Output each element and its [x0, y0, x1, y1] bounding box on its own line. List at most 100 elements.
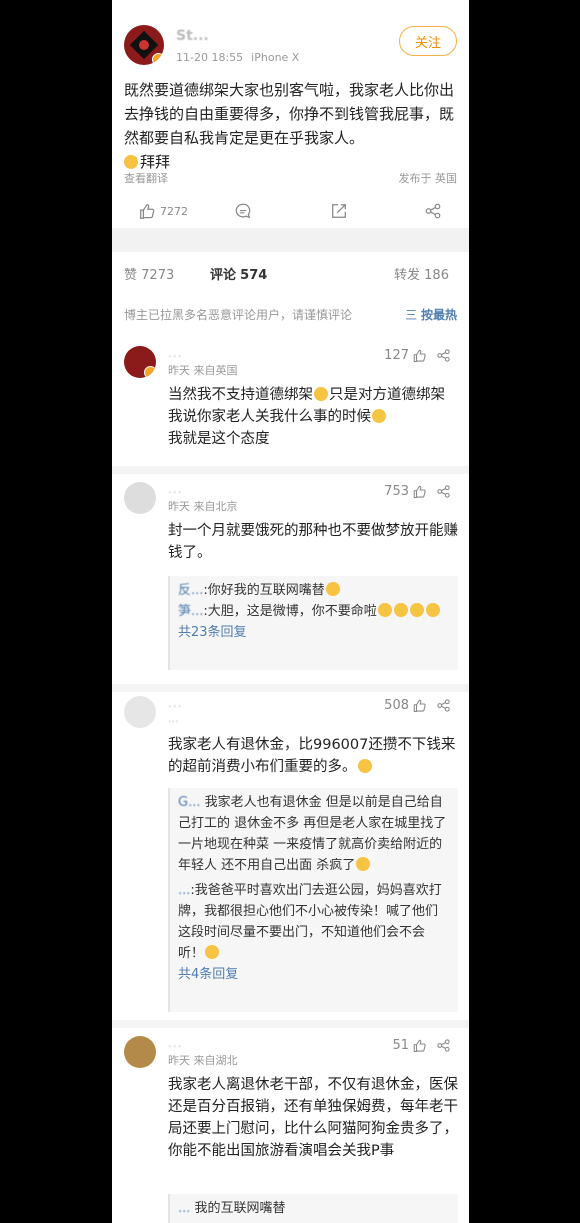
comment-username[interactable]: ... — [168, 482, 182, 496]
share-icon[interactable] — [436, 1038, 451, 1053]
stats-reposts-label: 转发 — [394, 268, 421, 283]
share-icon[interactable] — [436, 348, 451, 363]
comment-body: 我家老人离退休老干部，不仅有退休金，医保还是百分百报销，还有单独保姆费，每年老干… — [168, 1077, 458, 1159]
more-replies-link[interactable]: 共23条回复 — [178, 622, 450, 643]
comment-item: ... 昨天 来自英国 127 当然我不支持道德绑架 只是对方道德绑架我说你家老人… — [112, 346, 469, 460]
stats-comments-count: 574 — [240, 268, 268, 283]
post-body: 既然要道德绑架大家也别客气啦，我家老人比你出去挣钱的自由重要得多，你挣不到钱管我… — [124, 78, 456, 174]
reply-item: 笋...:大胆，这是微博，你不要命啦 — [178, 601, 450, 622]
post-time: 11-20 18:55 — [176, 51, 244, 64]
reply-item: 反...:你好我的互联网嘴替 — [178, 580, 450, 601]
comment-avatar[interactable] — [124, 346, 156, 378]
reply-username[interactable]: 笋... — [178, 604, 203, 619]
comment-divider — [112, 466, 469, 474]
repost-icon — [332, 204, 346, 218]
comment-meta: 昨天 来自北京 — [168, 500, 238, 513]
reply-username[interactable]: ... — [178, 883, 190, 898]
reply-item: ...:我爸爸平时喜欢出门去逛公园，妈妈喜欢打牌，我都很担心他们不小心被传染！喊… — [178, 880, 450, 964]
thumbs-up-icon[interactable] — [412, 1038, 427, 1053]
reply-box[interactable]: 反...:你好我的互联网嘴替 笋...:大胆，这是微博，你不要命啦 共23条回复 — [168, 576, 458, 670]
reply-text: 我家老人也有退休金 但是以前是自己给自己打工的 退休金不多 再但是老人家在城里找… — [178, 795, 447, 873]
post-sub-row: 查看翻译 发布于 英国 — [124, 170, 457, 186]
stats-likes-count: 7273 — [141, 268, 175, 283]
emoji-icon — [393, 603, 408, 617]
comment-item: ... ... 508 我家老人有退休金，比996007还攒不下钱来的超前消费小… — [112, 696, 469, 1016]
comment-divider — [112, 1020, 469, 1028]
comment-actions: 51 — [392, 1038, 451, 1053]
emoji-icon — [377, 603, 392, 617]
comment-username[interactable]: ... — [168, 346, 182, 360]
post-avatar[interactable] — [124, 25, 164, 65]
comment-username[interactable]: ... — [168, 696, 182, 710]
comment-meta: 昨天 来自英国 — [168, 364, 238, 377]
post-location: 发布于 英国 — [398, 172, 458, 185]
reply-item: ... 我的互联网嘴替 — [178, 1198, 450, 1219]
sort-button[interactable]: 三 按最热 — [405, 306, 457, 323]
comment-body: 当然我不支持道德绑架 只是对方道德绑架我说你家老人关我什么事的时候 我就是这个态度 — [168, 384, 458, 450]
thumbs-up-icon — [140, 204, 155, 219]
reply-username[interactable]: ... — [178, 1201, 190, 1216]
vip-badge-icon — [152, 53, 164, 65]
emoji-icon — [325, 582, 340, 596]
notice-text: 博主已拉黑多名恶意评论用户，请谨慎评论 — [124, 308, 353, 322]
vip-badge-icon — [144, 366, 156, 378]
post-like-button[interactable]: 7272 — [138, 202, 188, 220]
comment-like-count: 127 — [384, 348, 409, 363]
comment-meta: ... — [168, 712, 179, 725]
stats-likes[interactable]: 赞 7273 — [124, 264, 174, 283]
share-icon[interactable] — [436, 698, 451, 713]
more-replies-link[interactable]: 共4条回复 — [178, 964, 450, 985]
post-username[interactable]: St... — [176, 28, 209, 44]
comment-item: ... 昨天 来自北京 753 封一个月就要饿死的那种也不要做梦放开能赚钱了。 … — [112, 482, 469, 682]
comment-like-count: 753 — [384, 484, 409, 499]
reply-username[interactable]: 反... — [178, 583, 203, 598]
comment-avatar[interactable] — [124, 482, 156, 514]
comment-text-3: 我就是这个态度 — [168, 431, 270, 447]
weibo-screen: St... 11-20 18:55 iPhone X 关注 既然要道德绑架大家也别… — [112, 0, 469, 1223]
comment-actions: 508 — [384, 698, 451, 713]
comment-item: ... 昨天 来自湖北 51 我家老人离退休老干部，不仅有退休金，医保还是百分百… — [112, 1036, 469, 1223]
comment-body: 封一个月就要饿死的那种也不要做梦放开能赚钱了。 — [168, 523, 458, 561]
stats-reposts[interactable]: 转发 186 — [394, 264, 449, 283]
clap-emoji-icon — [124, 155, 138, 169]
comment-divider — [112, 684, 469, 692]
post-like-count: 7272 — [160, 204, 188, 218]
share-icon[interactable] — [436, 484, 451, 499]
comment-icon — [235, 203, 251, 219]
emoji-icon — [372, 409, 386, 423]
sort-icon: 三 — [405, 308, 418, 322]
section-gap — [112, 228, 469, 252]
stats-likes-label: 赞 — [124, 268, 138, 283]
comment-username[interactable]: ... — [168, 1036, 182, 1050]
comment-actions: 753 — [384, 484, 451, 499]
share-icon — [425, 203, 441, 219]
thumbs-up-icon[interactable] — [412, 484, 427, 499]
emoji-icon — [314, 387, 328, 401]
reply-box[interactable]: ... 我的互联网嘴替 — [168, 1194, 458, 1223]
comment-actions: 127 — [384, 348, 451, 363]
emoji-icon — [205, 945, 220, 959]
translate-link[interactable]: 查看翻译 — [124, 172, 168, 185]
emoji-icon — [409, 603, 424, 617]
post-share-button[interactable] — [424, 202, 442, 220]
follow-button[interactable]: 关注 — [399, 26, 457, 56]
post-comment-button[interactable] — [234, 202, 252, 220]
post-meta: 11-20 18:55 iPhone X — [176, 51, 299, 64]
comment-like-count: 51 — [392, 1038, 409, 1053]
reply-text: :大胆，这是微博，你不要命啦 — [203, 604, 377, 619]
comment-text: 当然我不支持道德绑架 — [168, 387, 313, 403]
comment-avatar[interactable] — [124, 1036, 156, 1068]
post-text: 既然要道德绑架大家也别客气啦，我家老人比你出去挣钱的自由重要得多，你挣不到钱管我… — [124, 81, 455, 147]
thumbs-up-icon[interactable] — [412, 348, 427, 363]
comment-avatar[interactable] — [124, 696, 156, 728]
thumbs-up-icon[interactable] — [412, 698, 427, 713]
post: St... 11-20 18:55 iPhone X 关注 既然要道德绑架大家也别… — [112, 0, 469, 228]
reply-box[interactable]: G... 我家老人也有退休金 但是以前是自己给自己打工的 退休金不多 再但是老人… — [168, 788, 458, 1012]
post-actions: 7272 — [112, 198, 469, 226]
reply-username[interactable]: G... — [178, 795, 200, 810]
stats-reposts-count: 186 — [424, 268, 449, 283]
comment-like-count: 508 — [384, 698, 409, 713]
stats-comments[interactable]: 评论 574 — [210, 264, 267, 283]
post-repost-button[interactable] — [330, 202, 348, 220]
reply-text: :你好我的互联网嘴替 — [203, 583, 325, 598]
